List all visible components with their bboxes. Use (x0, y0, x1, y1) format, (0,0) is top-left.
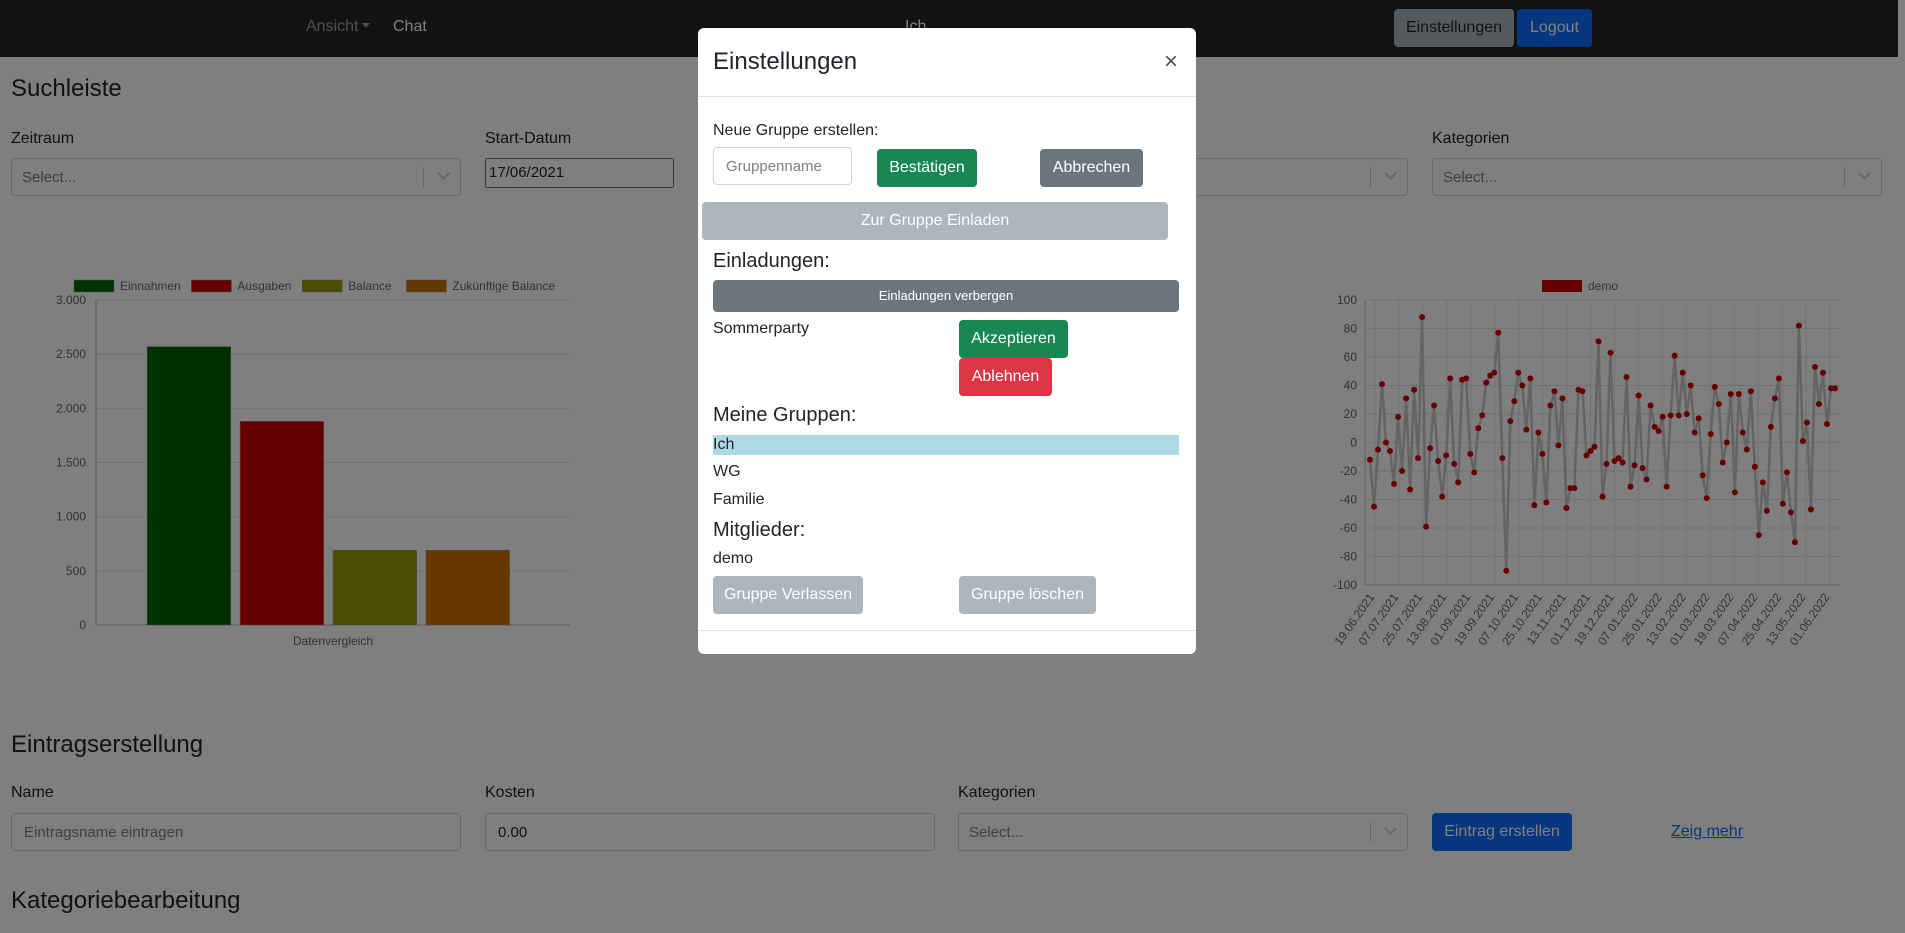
leave-group-button[interactable]: Gruppe Verlassen (713, 576, 863, 614)
group-item[interactable]: Ich (713, 435, 1179, 455)
group-item[interactable]: Familie (713, 490, 1179, 510)
invite-to-group-button[interactable]: Zur Gruppe Einladen (702, 202, 1168, 240)
hide-invitations-button[interactable]: Einladungen verbergen (713, 280, 1179, 312)
modal-header-divider (698, 96, 1196, 97)
group-name-input[interactable]: Gruppenname (713, 147, 852, 185)
cancel-button[interactable]: Abbrechen (1040, 149, 1143, 187)
confirm-button[interactable]: Bestätigen (877, 149, 977, 187)
invitation-name: Sommerparty (713, 320, 810, 337)
decline-button[interactable]: Ablehnen (959, 358, 1052, 396)
members-heading: Mitglieder: (713, 519, 806, 541)
invitations-heading: Einladungen: (713, 250, 830, 272)
modal-title: Einstellungen (713, 48, 858, 75)
my-groups-heading: Meine Gruppen: (713, 404, 857, 426)
delete-group-button[interactable]: Gruppe löschen (959, 576, 1096, 614)
member-item: demo (713, 550, 754, 567)
new-group-label: Neue Gruppe erstellen: (713, 122, 879, 139)
group-item[interactable]: WG (713, 462, 1179, 482)
close-icon[interactable]: × (1164, 48, 1178, 76)
modal-footer-divider (698, 630, 1196, 631)
settings-modal: Einstellungen × Neue Gruppe erstellen: G… (698, 28, 1196, 654)
accept-button[interactable]: Akzeptieren (959, 320, 1068, 358)
